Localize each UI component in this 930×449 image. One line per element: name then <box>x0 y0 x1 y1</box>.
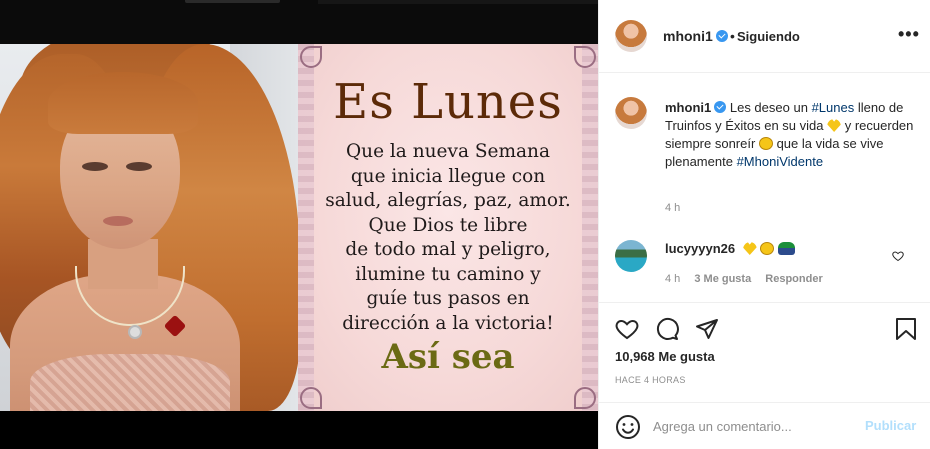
caption-text: mhoni1 Les deseo un #Lunes lleno de Trui… <box>665 99 915 171</box>
caption-time[interactable]: 4 h <box>665 202 680 214</box>
card-line: Que la nueva Semana <box>345 141 550 162</box>
add-comment-bar: Publicar <box>599 404 930 449</box>
verified-badge-icon <box>714 101 727 113</box>
emoji-picker-icon[interactable] <box>615 414 641 440</box>
portrait-photo <box>0 44 298 411</box>
card-line: dirección a la victoria! <box>342 312 554 334</box>
verified-badge-icon <box>715 30 728 42</box>
media-bottom-strip <box>0 411 598 449</box>
comment-like-heart-icon[interactable] <box>892 250 904 262</box>
yellow-heart-emoji-icon <box>827 119 842 132</box>
blurred-caption <box>185 0 280 3</box>
post-actions: 10,968 Me gusta HACE 4 HORAS <box>599 303 930 403</box>
card-corner-ornament <box>300 46 322 68</box>
like-heart-icon[interactable] <box>615 317 639 341</box>
smile-emoji-icon <box>758 137 773 150</box>
post-header: mhoni1 • Siguiendo ••• <box>599 0 930 73</box>
photo-eye <box>126 162 152 171</box>
card-closing: Así sea <box>381 337 515 377</box>
post-media[interactable]: Es Lunes Que la nueva Semana que inicia … <box>0 0 598 449</box>
comment-meta: 4 h 3 Me gusta Responder <box>665 273 834 285</box>
card-line: ilumine tu camino y <box>355 263 541 285</box>
photo-bangs <box>48 72 198 134</box>
card-body: Que la nueva Semana que inicia llegue co… <box>298 140 598 336</box>
hashtag-link[interactable]: #Lunes <box>812 100 855 115</box>
author-avatar[interactable] <box>615 20 647 52</box>
commenter-username[interactable]: lucyyyyn26 <box>665 241 735 256</box>
smile-emoji-icon <box>760 242 775 255</box>
yellow-heart-emoji-icon <box>742 242 757 255</box>
commenter-avatar[interactable] <box>615 240 647 272</box>
card-corner-ornament <box>574 387 596 409</box>
save-bookmark-icon[interactable] <box>895 317 917 341</box>
post-sidebar: mhoni1 • Siguiendo ••• mhoni1 Les deseo … <box>598 0 930 449</box>
comment-likes-count[interactable]: 3 Me gusta <box>694 273 751 285</box>
photo-pendant <box>128 325 142 339</box>
hashtag-link[interactable]: #MhoniVidente <box>737 154 824 169</box>
caption-username[interactable]: mhoni1 <box>665 100 727 115</box>
publish-button[interactable]: Publicar <box>865 418 916 433</box>
car-emoji-icon <box>777 242 795 255</box>
reply-button[interactable]: Responder <box>765 273 822 285</box>
card-corner-ornament <box>574 46 596 68</box>
author-username-text[interactable]: mhoni1 <box>663 28 713 44</box>
card-line: que inicia llegue con <box>350 165 546 187</box>
caption-username-text[interactable]: mhoni1 <box>665 100 711 115</box>
comment-bubble-icon[interactable] <box>655 317 679 341</box>
post-timestamp[interactable]: HACE 4 HORAS <box>615 375 686 385</box>
following-button[interactable]: Siguiendo <box>737 29 800 44</box>
comment-input[interactable] <box>653 416 853 436</box>
likes-count[interactable]: 10,968 Me gusta <box>615 349 715 364</box>
photo-lace-top <box>30 354 230 411</box>
card-line: Que Dios te libre <box>368 214 528 236</box>
card-title: Es Lunes <box>333 74 563 130</box>
comments-section[interactable]: mhoni1 Les deseo un #Lunes lleno de Trui… <box>599 73 930 303</box>
more-options-icon[interactable]: ••• <box>898 24 920 45</box>
caption-segment: Les deseo un <box>729 100 808 115</box>
caption-avatar[interactable] <box>615 97 647 129</box>
card-line: salud, alegrías, paz, amor. <box>325 190 571 211</box>
comment-time[interactable]: 4 h <box>665 273 680 285</box>
previous-post-strip <box>0 0 598 44</box>
card-line: guíe tus pasos en <box>366 288 530 309</box>
share-paper-plane-icon[interactable] <box>695 317 719 341</box>
photo-eye <box>82 162 108 171</box>
blurred-image-edge <box>318 0 598 4</box>
separator-dot: • <box>730 28 735 44</box>
card-line: de todo mal y peligro, <box>345 239 551 260</box>
photo-lips <box>103 216 133 226</box>
author-username[interactable]: mhoni1 <box>663 28 728 44</box>
comment-text: lucyyyyn26 <box>665 241 795 256</box>
card-corner-ornament <box>300 387 322 409</box>
quote-card: Es Lunes Que la nueva Semana que inicia … <box>298 44 598 411</box>
